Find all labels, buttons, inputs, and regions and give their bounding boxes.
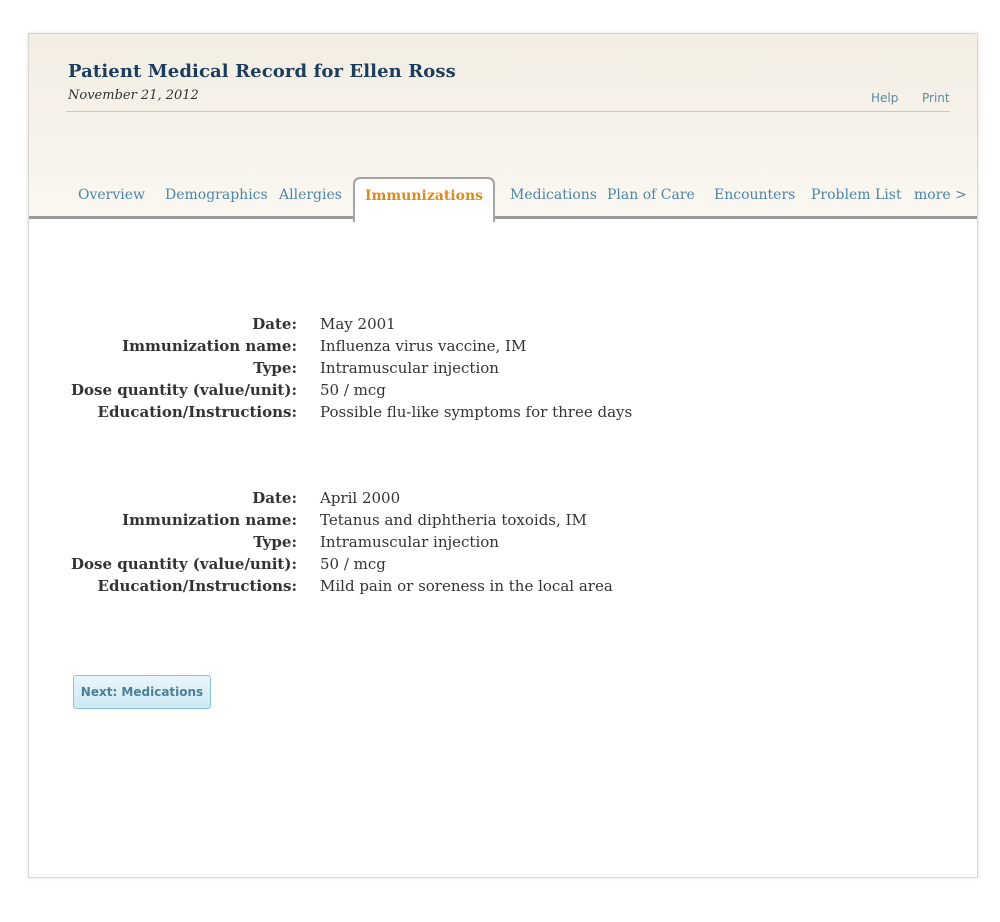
print-link[interactable]: Print: [922, 91, 950, 105]
tab-bar-divider: [29, 216, 977, 219]
field-label: Type:: [253, 533, 297, 551]
tab-more[interactable]: more >: [914, 187, 967, 203]
record-row-date: Date: April 2000: [29, 489, 977, 511]
header: Patient Medical Record for Ellen Ross No…: [29, 34, 977, 222]
field-value: Influenza virus vaccine, IM: [320, 337, 527, 355]
record-row-date: Date: May 2001: [29, 315, 977, 337]
tab-medications[interactable]: Medications: [510, 187, 597, 203]
field-label: Education/Instructions:: [97, 403, 297, 421]
field-label: Dose quantity (value/unit):: [71, 555, 297, 573]
record-row-education: Education/Instructions: Mild pain or sor…: [29, 577, 977, 599]
header-divider: [66, 111, 950, 112]
field-label: Type:: [253, 359, 297, 377]
field-value: Intramuscular injection: [320, 359, 499, 377]
field-value: 50 / mcg: [320, 381, 386, 399]
field-label: Date:: [252, 489, 297, 507]
record-row-name: Immunization name: Influenza virus vacci…: [29, 337, 977, 359]
help-link[interactable]: Help: [871, 91, 898, 105]
tab-allergies[interactable]: Allergies: [279, 187, 342, 203]
tab-demographics[interactable]: Demographics: [165, 187, 268, 203]
field-value: April 2000: [320, 489, 401, 507]
tab-encounters[interactable]: Encounters: [714, 187, 795, 203]
tab-immunizations-label: Immunizations: [364, 188, 484, 204]
record-row-type: Type: Intramuscular injection: [29, 533, 977, 555]
field-value: Intramuscular injection: [320, 533, 499, 551]
record-date: November 21, 2012: [68, 88, 199, 103]
next-medications-button[interactable]: Next: Medications: [73, 675, 211, 709]
field-value: May 2001: [320, 315, 396, 333]
field-value: Tetanus and diphtheria toxoids, IM: [320, 511, 587, 529]
tab-plan-of-care[interactable]: Plan of Care: [607, 187, 695, 203]
field-label: Date:: [252, 315, 297, 333]
field-value: Possible flu-like symptoms for three day…: [320, 403, 633, 421]
tab-overview[interactable]: Overview: [78, 187, 145, 203]
field-label: Immunization name:: [122, 337, 297, 355]
field-label: Immunization name:: [122, 511, 297, 529]
field-label: Dose quantity (value/unit):: [71, 381, 297, 399]
record-row-type: Type: Intramuscular injection: [29, 359, 977, 381]
tab-problem-list[interactable]: Problem List: [811, 187, 902, 203]
field-label: Education/Instructions:: [97, 577, 297, 595]
record-row-name: Immunization name: Tetanus and diphtheri…: [29, 511, 977, 533]
record-row-dose: Dose quantity (value/unit): 50 / mcg: [29, 555, 977, 577]
record-window: Patient Medical Record for Ellen Ross No…: [28, 33, 978, 878]
field-value: 50 / mcg: [320, 555, 386, 573]
record-row-dose: Dose quantity (value/unit): 50 / mcg: [29, 381, 977, 403]
record-row-education: Education/Instructions: Possible flu-lik…: [29, 403, 977, 425]
tab-immunizations[interactable]: Immunizations: [353, 177, 495, 222]
field-value: Mild pain or soreness in the local area: [320, 577, 613, 595]
page-title: Patient Medical Record for Ellen Ross: [68, 61, 456, 82]
